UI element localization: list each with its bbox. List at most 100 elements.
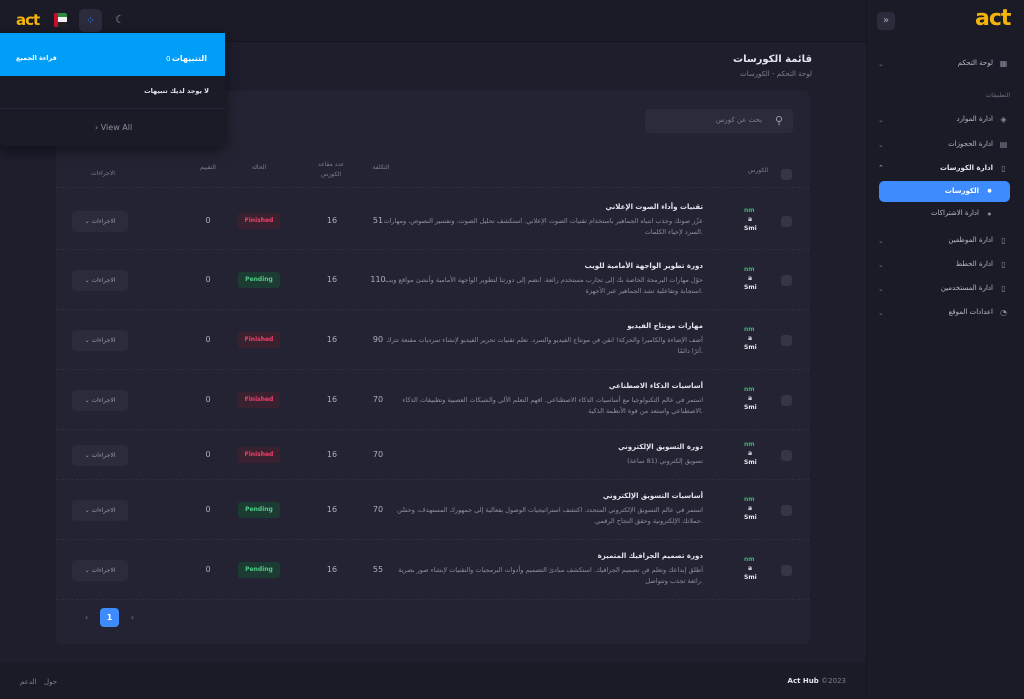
footer-support-link[interactable]: الدعم	[20, 678, 37, 686]
col-rating: التقييم	[200, 164, 216, 171]
notifications-dropdown: التنبيهات 0 قراءة الجميع لا يوجد لديك تن…	[0, 33, 225, 146]
course-thumbnail[interactable]: nm a Smi	[744, 495, 768, 522]
course-description: أطلق إبداعك وتعلم فن تصميم الجرافيك. است…	[398, 566, 703, 585]
table-row: nm a Smi تقنيات وأداء الصوت الإعلاني عزّز صو…	[56, 191, 810, 250]
footer-brand-name[interactable]: Act Hub	[788, 677, 819, 685]
actions-dropdown-button[interactable]: ⌄ الاجراءات	[72, 270, 128, 291]
thumb-text: a	[748, 565, 753, 572]
layers-icon: ◈	[1000, 115, 1007, 124]
chevron-down-icon[interactable]: ⌄	[878, 60, 884, 68]
thumb-text: Smi	[744, 574, 757, 581]
sidebar-collapse-button[interactable]: »	[877, 12, 895, 30]
col-course: الكورس	[748, 167, 769, 174]
breadcrumb-home[interactable]: لوحة التحكم	[777, 70, 812, 78]
course-title[interactable]: دورة التسويق الإلكتروني	[618, 443, 703, 451]
language-flag-icon[interactable]	[54, 13, 67, 27]
actions-dropdown-button[interactable]: ⌄ الاجراءات	[72, 390, 128, 411]
sidebar-item-label: ادارة الاشتراكات	[930, 209, 979, 217]
course-description: أضف الإضاءة والكاميرا والحركة! انقن فن م…	[386, 336, 703, 355]
actions-dropdown-button[interactable]: ⌄ الاجراءات	[72, 211, 128, 232]
row-checkbox[interactable]	[781, 395, 792, 406]
select-all-checkbox[interactable]	[781, 169, 792, 180]
col-seats: عدد مقاعد الكورس	[316, 160, 346, 180]
course-cost: 70	[372, 450, 384, 459]
course-title[interactable]: دورة تصميم الجرافيك المتميزة	[598, 552, 703, 560]
course-title[interactable]: مهارات مونتاج الفيديو	[627, 322, 703, 330]
search-placeholder: بحث عن كورس	[715, 116, 762, 124]
row-checkbox[interactable]	[781, 216, 792, 227]
actions-dropdown-button[interactable]: ⌄ الاجراءات	[72, 445, 128, 466]
topbar-logo[interactable]: act	[16, 11, 40, 29]
actions-label: الاجراءات	[91, 567, 116, 574]
course-thumbnail[interactable]: nm a Smi	[744, 265, 768, 292]
chevron-down-icon: ⌄	[84, 397, 92, 404]
footer-about-link[interactable]: حول	[44, 678, 57, 686]
pagination-prev[interactable]: ‹	[77, 608, 96, 627]
sidebar-logo[interactable]: act	[975, 6, 1011, 31]
thumb-text: nm	[744, 266, 755, 273]
dashboard-icon: ▦	[999, 59, 1008, 68]
footer-brand[interactable]: Act Hub ©2023	[788, 677, 846, 685]
course-cost: 70	[372, 505, 384, 514]
row-checkbox[interactable]	[781, 450, 792, 461]
course-cost: 110	[370, 275, 386, 284]
course-thumbnail[interactable]: nm a Smi	[744, 325, 768, 352]
thumb-text: nm	[744, 441, 755, 448]
chevron-down-icon[interactable]: ⌄	[878, 261, 884, 269]
col-status: الحالة	[251, 164, 267, 171]
actions-label: الاجراءات	[91, 337, 116, 344]
course-thumbnail[interactable]: nm a Smi	[744, 385, 768, 412]
sidebar-item-label: ادارة الخطط	[955, 260, 993, 268]
chevron-down-icon: ⌄	[84, 567, 92, 574]
thumb-text: Smi	[744, 225, 757, 232]
row-checkbox[interactable]	[781, 565, 792, 576]
chevron-down-icon: ⌄	[84, 507, 92, 514]
course-title[interactable]: دورة تطوير الواجهة الأمامية للويب	[585, 262, 703, 270]
course-thumbnail[interactable]: nm a Smi	[744, 555, 768, 582]
course-thumbnail[interactable]: nm a Smi	[744, 440, 768, 467]
course-title[interactable]: أساسيات التسويق الإلكتروني	[603, 492, 703, 500]
row-checkbox[interactable]	[781, 335, 792, 346]
chevron-down-icon[interactable]: ⌄	[878, 141, 884, 149]
actions-dropdown-button[interactable]: ⌄ الاجراءات	[72, 500, 128, 521]
row-checkbox[interactable]	[781, 505, 792, 516]
file-icon: ▯	[1001, 236, 1006, 245]
notifications-button[interactable]: ⁘	[79, 9, 102, 32]
notifications-title: التنبيهات	[171, 54, 207, 63]
actions-label: الاجراءات	[91, 507, 116, 514]
no-notifications-text: لا يوجد لديك تنبيهات	[144, 87, 209, 95]
read-all-button[interactable]: قراءة الجميع	[16, 54, 57, 62]
sidebar-item-label: لوحة التحكم	[957, 59, 993, 67]
table-row: nm a Smi دورة التسويق الإلكتروني تسويق إلكتر…	[56, 430, 810, 480]
course-rating: 0	[205, 505, 211, 514]
actions-dropdown-button[interactable]: ⌄ الاجراءات	[72, 560, 128, 581]
course-title[interactable]: أساسيات الذكاء الاصطناعي	[609, 382, 703, 390]
course-seats: 16	[326, 505, 338, 514]
course-cost: 70	[372, 395, 384, 404]
view-all-link[interactable]: › View All	[95, 123, 132, 132]
col-seats-line1: عدد مقاعد	[317, 161, 345, 168]
sidebar-item-label: ادارة الكورسات	[939, 164, 993, 172]
pagination-page-1[interactable]: 1	[100, 608, 119, 627]
course-thumbnail[interactable]: nm a Smi	[744, 206, 768, 233]
chevron-down-icon[interactable]: ⌄	[878, 285, 884, 293]
course-description: حوّل مهارات البرمجة الخاصة بك إلى تجارب …	[385, 276, 703, 295]
page-title: قائمة الكورسات	[733, 54, 812, 65]
pagination-next[interactable]: ›	[123, 608, 142, 627]
chevron-up-icon[interactable]: ⌃	[878, 164, 884, 172]
table-row: nm a Smi دورة تطوير الواجهة الأمامية للويب ح…	[56, 250, 810, 310]
chevron-down-icon[interactable]: ⌄	[878, 237, 884, 245]
breadcrumb-current: الكورسات	[740, 70, 770, 78]
actions-dropdown-button[interactable]: ⌄ الاجراءات	[72, 330, 128, 351]
course-description: تسويق إلكتروني (81 ساعة)	[627, 457, 703, 465]
search-input[interactable]: بحث عن كورس ⚲	[645, 109, 793, 133]
course-title[interactable]: تقنيات وأداء الصوت الإعلاني	[606, 203, 703, 211]
chevron-down-icon[interactable]: ⌄	[878, 309, 884, 317]
breadcrumb-separator: -	[771, 70, 775, 78]
chevron-down-icon[interactable]: ⌄	[878, 116, 884, 124]
course-cost: 90	[372, 335, 384, 344]
thumb-text: a	[748, 216, 753, 223]
status-badge: Finished	[238, 332, 280, 348]
theme-toggle-moon-icon[interactable]: ☾	[115, 13, 125, 26]
row-checkbox[interactable]	[781, 275, 792, 286]
